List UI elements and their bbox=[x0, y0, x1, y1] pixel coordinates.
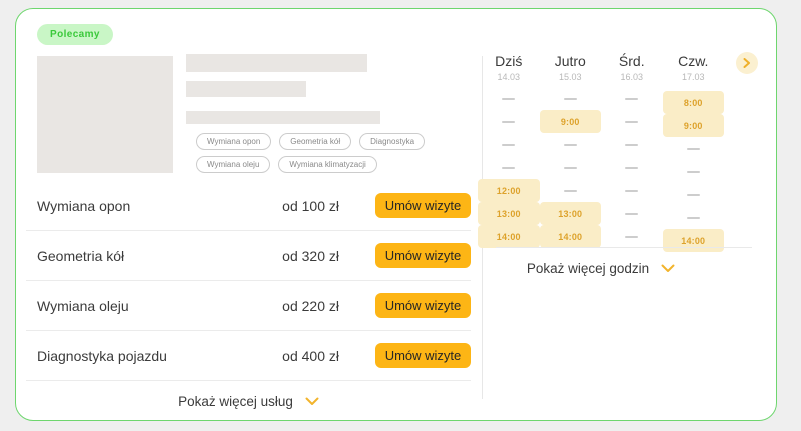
day-date: 16.03 bbox=[601, 72, 663, 82]
service-name: Wymiana opon bbox=[37, 198, 282, 214]
time-slot-cell: — bbox=[601, 87, 663, 110]
placeholder-title-line bbox=[186, 54, 367, 72]
slot-row: — — — 8:00 bbox=[478, 87, 724, 110]
time-slot-cell: — bbox=[601, 225, 663, 248]
calendar-day-headers: Dziś 14.03 Jutro 15.03 Śrd. 16.03 Czw. 1… bbox=[478, 53, 724, 82]
time-slot-cell[interactable]: 8:00 bbox=[663, 91, 725, 114]
day-column-thursday: Czw. 17.03 bbox=[663, 53, 725, 82]
show-more-hours-button[interactable]: Pokaż więcej godzin bbox=[478, 254, 724, 282]
slot-row: 12:00 — — — bbox=[478, 179, 724, 202]
tag-wymiana-oleju: Wymiana oleju bbox=[196, 156, 270, 173]
day-label: Jutro bbox=[540, 53, 602, 69]
time-slot-cell: — bbox=[540, 179, 602, 202]
placeholder-address-line bbox=[186, 111, 380, 124]
time-slot-cell[interactable]: 9:00 bbox=[540, 110, 602, 133]
service-name: Wymiana oleju bbox=[37, 298, 282, 314]
book-visit-button[interactable]: Umów wizyte bbox=[375, 343, 471, 368]
service-row: Geometria kół od 320 zł Umów wizyte bbox=[26, 231, 471, 281]
service-tags: Wymiana opon Geometria kół Diagnostyka W… bbox=[196, 133, 432, 173]
time-slot-cell: — bbox=[478, 133, 540, 156]
time-slot-cell[interactable]: 9:00 bbox=[663, 114, 725, 137]
time-slot-cell: — bbox=[478, 87, 540, 110]
book-visit-button[interactable]: Umów wizyte bbox=[375, 193, 471, 218]
time-slot-cell: — bbox=[601, 156, 663, 179]
service-price: od 320 zł bbox=[282, 248, 339, 264]
day-label: Czw. bbox=[663, 53, 725, 69]
day-date: 14.03 bbox=[478, 72, 540, 82]
time-slot-cell: — bbox=[601, 110, 663, 133]
day-column-tomorrow: Jutro 15.03 bbox=[540, 53, 602, 82]
next-days-button[interactable] bbox=[736, 52, 758, 74]
service-price: od 400 zł bbox=[282, 348, 339, 364]
tag-wymiana-klimatyzacji: Wymiana klimatyzacji bbox=[278, 156, 376, 173]
workshop-card: Polecamy Wymiana opon Geometria kół Diag… bbox=[15, 8, 777, 421]
workshop-photo-placeholder bbox=[37, 56, 173, 173]
time-slot-cell: — bbox=[540, 156, 602, 179]
time-slot-cell[interactable]: 14:00 bbox=[663, 229, 725, 252]
time-slot-cell: — bbox=[540, 87, 602, 110]
time-slot-cell[interactable]: 14:00 bbox=[540, 225, 602, 248]
placeholder-subtitle-line bbox=[186, 81, 306, 97]
time-slot-cell: — bbox=[663, 160, 725, 183]
slot-row: — 9:00 — 9:00 bbox=[478, 110, 724, 133]
time-slot-cell: — bbox=[601, 179, 663, 202]
time-slot-cell[interactable]: 13:00 bbox=[540, 202, 602, 225]
time-slot-cell: — bbox=[663, 206, 725, 229]
day-column-wednesday: Śrd. 16.03 bbox=[601, 53, 663, 82]
time-slot-cell[interactable]: 12:00 bbox=[478, 179, 540, 202]
day-label: Śrd. bbox=[601, 53, 663, 69]
tag-wymiana-opon: Wymiana opon bbox=[196, 133, 271, 150]
tag-geometria-kol: Geometria kół bbox=[279, 133, 351, 150]
service-row: Wymiana oleju od 220 zł Umów wizyte bbox=[26, 281, 471, 331]
chevron-down-icon bbox=[661, 264, 675, 273]
service-name: Geometria kół bbox=[37, 248, 282, 264]
day-date: 15.03 bbox=[540, 72, 602, 82]
service-row: Diagnostyka pojazdu od 400 zł Umów wizyt… bbox=[26, 331, 471, 381]
time-slot-cell: — bbox=[601, 202, 663, 225]
show-more-services-button[interactable]: Pokaż więcej usług bbox=[26, 381, 471, 421]
time-slot-grid: — — — 8:00 — 9:00 — 9:00 — — — — — — — —… bbox=[478, 87, 724, 248]
slot-row: — — — — bbox=[478, 133, 724, 156]
calendar-divider bbox=[496, 247, 752, 248]
book-visit-button[interactable]: Umów wizyte bbox=[375, 243, 471, 268]
time-slot-cell[interactable]: 13:00 bbox=[478, 202, 540, 225]
service-name: Diagnostyka pojazdu bbox=[37, 348, 282, 364]
slot-row: — — — — bbox=[478, 156, 724, 179]
time-slot-cell: — bbox=[478, 156, 540, 179]
day-label: Dziś bbox=[478, 53, 540, 69]
time-slot-cell[interactable]: 14:00 bbox=[478, 225, 540, 248]
time-slot-cell: — bbox=[663, 183, 725, 206]
time-slot-cell: — bbox=[478, 110, 540, 133]
service-price: od 220 zł bbox=[282, 298, 339, 314]
book-visit-button[interactable]: Umów wizyte bbox=[375, 293, 471, 318]
services-list: Wymiana opon od 100 zł Umów wizyte Geome… bbox=[26, 181, 471, 421]
show-more-services-label: Pokaż więcej usług bbox=[178, 394, 293, 409]
time-slot-cell: — bbox=[663, 137, 725, 160]
chevron-down-icon bbox=[305, 397, 319, 406]
show-more-hours-label: Pokaż więcej godzin bbox=[527, 261, 649, 276]
slot-row: 13:00 13:00 — — bbox=[478, 202, 724, 225]
time-slot-cell: — bbox=[601, 133, 663, 156]
service-row: Wymiana opon od 100 zł Umów wizyte bbox=[26, 181, 471, 231]
chevron-right-icon bbox=[743, 58, 751, 68]
time-slot-cell: — bbox=[540, 133, 602, 156]
slot-row: 14:00 14:00 — 14:00 bbox=[478, 225, 724, 248]
tag-diagnostyka: Diagnostyka bbox=[359, 133, 425, 150]
day-date: 17.03 bbox=[663, 72, 725, 82]
recommended-badge: Polecamy bbox=[37, 24, 113, 45]
service-price: od 100 zł bbox=[282, 198, 339, 214]
day-column-today: Dziś 14.03 bbox=[478, 53, 540, 82]
